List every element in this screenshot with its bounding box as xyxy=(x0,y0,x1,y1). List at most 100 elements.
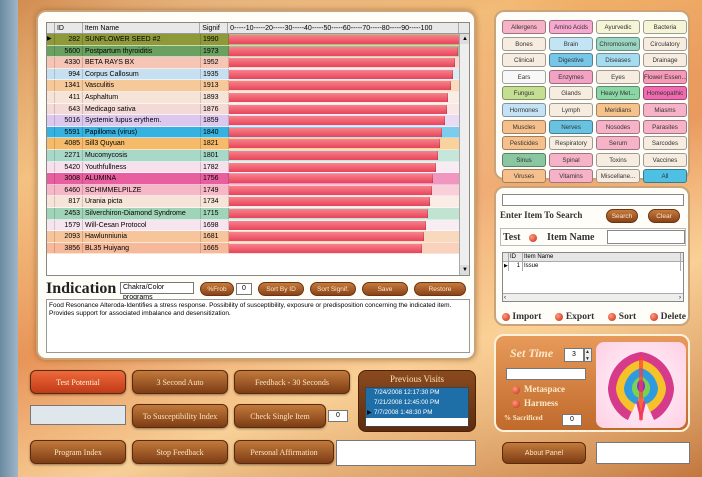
category-bacteria-button[interactable]: Bacteria xyxy=(643,20,687,34)
category-homeopathic-button[interactable]: Homeopathic xyxy=(643,86,687,101)
table-row[interactable]: 4330 BETA RAYS BX 1952 xyxy=(47,57,469,69)
row-selector[interactable] xyxy=(47,126,55,138)
row-selector[interactable] xyxy=(47,149,55,161)
category-viruses-button[interactable]: Viruses xyxy=(502,169,546,184)
scroll-down-arrow-icon[interactable]: ▼ xyxy=(460,265,469,275)
category-digestive-button[interactable]: Digestive xyxy=(549,53,593,68)
category-flower-essen-button[interactable]: Flower Essen... xyxy=(643,69,687,84)
category-serum-button[interactable]: Serum xyxy=(596,136,640,151)
status-field[interactable] xyxy=(30,405,126,425)
delete-action[interactable]: Delete xyxy=(650,312,686,322)
row-selector[interactable] xyxy=(47,103,55,115)
to-susceptibility-index-button[interactable]: To Susceptibility Index xyxy=(132,404,228,428)
row-selector[interactable] xyxy=(47,115,55,126)
category-bones-button[interactable]: Bones xyxy=(502,36,546,51)
indication-description[interactable]: Food Resonance Alteroda-Identifies a str… xyxy=(46,299,470,353)
category-glands-button[interactable]: Glands xyxy=(549,86,593,101)
item-name-input[interactable] xyxy=(607,230,685,244)
export-action[interactable]: Export xyxy=(555,312,594,322)
category-respiratory-button[interactable]: Respiratory xyxy=(549,136,593,151)
category-clinical-button[interactable]: Clinical xyxy=(502,53,546,68)
table-row[interactable]: 817 Urania picta 1734 xyxy=(47,196,469,208)
category-amino-acids-button[interactable]: Amino Acids xyxy=(549,20,593,34)
scroll-right-arrow-icon[interactable]: › xyxy=(679,294,681,302)
grid-header-id[interactable]: ID xyxy=(55,23,83,33)
table-row[interactable]: 5016 Systemic lupus erythem. 1859 xyxy=(47,115,469,127)
about-panel-button[interactable]: About Panel xyxy=(502,442,586,464)
previous-visit-item[interactable]: ▶ 7/7/2008 1:48:30 PM xyxy=(366,408,468,418)
personal-affirmation-input[interactable] xyxy=(336,440,476,466)
grid-header-name[interactable]: Item Name xyxy=(83,23,201,33)
table-row[interactable]: 4085 Sill3 Quyuan 1821 xyxy=(47,138,469,150)
export-label[interactable]: Export xyxy=(566,312,595,322)
category-sinus-button[interactable]: Sinus xyxy=(502,152,546,167)
category-all-button[interactable]: All xyxy=(643,169,687,184)
row-selector[interactable] xyxy=(47,91,55,103)
category-heavy-met-button[interactable]: Heavy Met... xyxy=(596,86,640,101)
delete-label[interactable]: Delete xyxy=(661,312,686,322)
row-pointer-icon[interactable]: ▶ xyxy=(47,34,55,45)
search-results-grid[interactable]: ID Item Name ▶ 1 Issue ‹ › xyxy=(502,252,684,302)
row-selector[interactable] xyxy=(47,138,55,149)
category-hormones-button[interactable]: Hormones xyxy=(502,102,546,117)
row-selector[interactable] xyxy=(47,161,55,173)
search-button[interactable]: Search xyxy=(606,209,638,223)
table-row[interactable]: 2453 Silverchiron-Diamond Syndrome 1715 xyxy=(47,207,469,220)
grid-header-signif[interactable]: Signif xyxy=(200,23,229,33)
table-row[interactable]: 5600 Postpartum thyroiditis 1973 xyxy=(47,45,469,58)
row-selector[interactable] xyxy=(47,45,55,57)
previous-visits-list[interactable]: 7/24/2008 12:17:30 PM 7/21/2008 12:45:00 … xyxy=(365,387,469,427)
table-row[interactable]: 2271 Mucomycosis 1801 xyxy=(47,149,469,162)
category-parasites-button[interactable]: Parasites xyxy=(643,119,687,134)
sort-action[interactable]: Sort xyxy=(608,312,636,322)
clear-button[interactable]: Clear xyxy=(648,209,680,223)
category-enzymes-button[interactable]: Enzymes xyxy=(549,69,593,84)
sacrificed-input[interactable]: 0 xyxy=(562,414,582,426)
harmess-radio-icon[interactable] xyxy=(512,400,520,408)
category-diseases-button[interactable]: Diseases xyxy=(596,53,640,68)
category-miasms-button[interactable]: Miasms xyxy=(643,102,687,117)
row-selector[interactable] xyxy=(47,57,55,68)
table-row[interactable]: ▶ 282 SUNFLOWER SEED #2 1990 xyxy=(47,34,469,46)
row-selector[interactable] xyxy=(47,196,55,207)
grid-vertical-scrollbar[interactable]: ▲ ▼ xyxy=(459,34,469,275)
previous-visit-item[interactable]: 7/24/2008 12:17:30 PM xyxy=(366,388,468,398)
category-vaccines-button[interactable]: Vaccines xyxy=(643,152,687,167)
row-selector[interactable] xyxy=(47,242,55,254)
row-selector[interactable] xyxy=(47,231,55,242)
category-pesticides-button[interactable]: Pesticides xyxy=(502,136,546,151)
about-field[interactable] xyxy=(596,442,690,464)
row-selector[interactable] xyxy=(47,219,55,231)
search-top-field[interactable] xyxy=(502,194,684,206)
table-row[interactable]: 5591 Papilloma (virus) 1840 xyxy=(47,126,469,139)
category-muscles-button[interactable]: Muscles xyxy=(502,119,546,134)
category-meridians-button[interactable]: Meridians xyxy=(596,102,640,117)
previous-visit-item[interactable]: 7/21/2008 12:45:00 PM xyxy=(366,398,468,408)
check-single-item-input[interactable]: 0 xyxy=(328,410,348,422)
category-spinal-button[interactable]: Spinal xyxy=(549,152,593,167)
row-selector[interactable] xyxy=(47,80,55,91)
row-selector[interactable] xyxy=(47,207,55,219)
table-row[interactable]: 2093 Hawlunniunia 1681 xyxy=(47,231,469,243)
scroll-up-arrow-icon[interactable]: ▲ xyxy=(460,34,469,44)
test-indicator-icon[interactable] xyxy=(529,234,537,242)
search-grid-horizontal-scrollbar[interactable]: ‹ › xyxy=(503,293,683,301)
table-row[interactable]: 3008 ALUMINA 1756 xyxy=(47,173,469,185)
category-allergens-button[interactable]: Allergens xyxy=(502,20,546,34)
category-ayurvedic-button[interactable]: Ayurvedic xyxy=(596,20,640,34)
category-nerves-button[interactable]: Nerves xyxy=(549,119,593,134)
stop-feedback-button[interactable]: Stop Feedback xyxy=(132,440,228,464)
category-eyes-button[interactable]: Eyes xyxy=(596,69,640,84)
category-nosodes-button[interactable]: Nosodes xyxy=(596,119,640,134)
test-potential-button[interactable]: Test Potential xyxy=(30,370,126,394)
table-row[interactable]: 994 Corpus Callosum 1935 xyxy=(47,68,469,81)
results-grid[interactable]: ID Item Name Signif 0-----10-----20-----… xyxy=(46,22,470,276)
table-row[interactable]: 411 Asphaltum 1893 xyxy=(47,91,469,104)
category-miscellane-button[interactable]: Miscellane... xyxy=(596,169,640,184)
set-time-spinner-icon[interactable]: ▲ ▼ xyxy=(584,348,592,362)
program-index-button[interactable]: Program Index xyxy=(30,440,126,464)
set-time-input[interactable]: 3 xyxy=(564,348,584,362)
timer-display[interactable] xyxy=(506,368,586,380)
check-single-item-button[interactable]: Check Single Item xyxy=(234,404,326,428)
feedback-30-seconds-button[interactable]: Feedback - 30 Seconds xyxy=(234,370,350,394)
